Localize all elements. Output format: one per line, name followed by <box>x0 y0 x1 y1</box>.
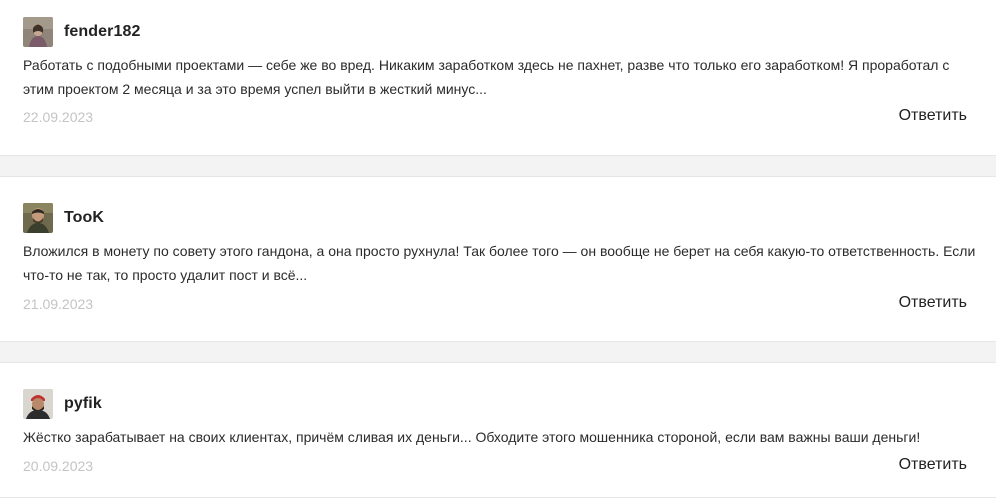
reply-button[interactable]: Ответить <box>899 456 967 474</box>
comment-item: pyfik Жёстко зарабатывает на своих клиен… <box>0 362 996 498</box>
comment-text: Работать с подобными проектами — себе же… <box>23 57 950 97</box>
comments-list: fender182 Работать с подобными проектами… <box>0 0 996 498</box>
user-avatar-icon[interactable] <box>23 17 53 47</box>
comment-date: 20.09.2023 <box>23 458 94 474</box>
username[interactable]: TooK <box>64 209 104 227</box>
comment-text: Вложился в монету по совету этого гандон… <box>23 243 976 283</box>
user-avatar-icon[interactable] <box>23 389 53 419</box>
reply-button[interactable]: Ответить <box>899 107 967 125</box>
comment-header: fender182 <box>23 17 141 47</box>
comment-date: 22.09.2023 <box>23 109 94 125</box>
comment-item: fender182 Работать с подобными проектами… <box>0 0 996 156</box>
comment-header: pyfik <box>23 389 102 419</box>
reply-button[interactable]: Ответить <box>899 294 967 312</box>
comment-text: Жёстко зарабатывает на своих клиентах, п… <box>23 429 921 445</box>
username[interactable]: fender182 <box>64 23 141 41</box>
comment-header: TooK <box>23 203 104 233</box>
comment-date: 21.09.2023 <box>23 296 94 312</box>
comment-separator <box>0 156 996 176</box>
username[interactable]: pyfik <box>64 395 102 413</box>
comment-item: TooK Вложился в монету по совету этого г… <box>0 176 996 342</box>
user-avatar-icon[interactable] <box>23 203 53 233</box>
comment-separator <box>0 342 996 362</box>
